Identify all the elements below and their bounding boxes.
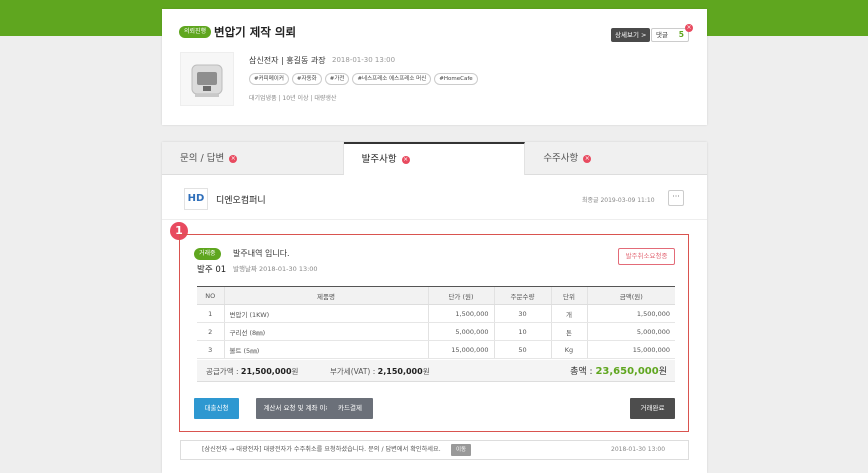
request-summary-card: 의뢰진행 변압기 제작 의뢰 상세보기 > 댓글 5 × 삼신전자 | 홍길동 … [162,9,707,125]
cell-product: 변압기 (1KW) [223,304,428,323]
table-row: 2 구리선 (8㎜) 5,000,000 10 톤 5,000,000 [197,322,675,341]
notice-move-button[interactable]: 이동 [451,444,472,456]
comment-button[interactable]: 댓글 5 × [651,24,693,42]
vendor-logo: HD [184,188,208,210]
request-meta: 대기업냉품 | 10년 이상 | 대량생산 [249,95,337,102]
request-status-badge: 의뢰진행 [179,26,212,38]
more-options-button[interactable]: ··· [668,190,684,206]
close-icon[interactable]: × [583,155,592,163]
cell-product: 볼트 (5㎜) [223,340,428,359]
tab-label: 발주사항 [361,154,397,165]
product-image [180,52,234,106]
cell-amount: 15,000,000 [586,340,675,359]
order-number: 발주 01 [197,265,227,275]
cell-no: 3 [197,340,224,359]
total-amount: 총액 : 23,650,000원 [570,366,667,377]
tab-label: 수주사항 [543,153,579,164]
cell-amount: 5,000,000 [586,322,675,341]
order-summary: 공급가액 : 21,500,000원 부가세(VAT) : 2,150,000원… [197,360,675,382]
column-header: 단가 (원) [427,286,494,305]
requester-company: 삼신전자 | 홍길동 과장 [249,56,326,65]
cell-unit-price: 1,500,000 [427,304,494,323]
table-header-row: NO 제품명 단가 (원) 주문수량 단위 금액(원) [197,286,675,305]
deal-complete-button[interactable]: 거래완료 [630,398,675,419]
cell-quantity: 10 [493,322,551,341]
cell-amount: 1,500,000 [586,304,675,323]
vat-amount: 부가세(VAT) : 2,150,000원 [330,367,430,376]
table-row: 3 볼트 (5㎜) 15,000,000 50 Kg 15,000,000 [197,340,675,359]
column-header: 제품명 [223,286,428,305]
request-title: 변압기 제작 의뢰 [214,25,297,39]
tag[interactable]: #자동화 [291,73,322,85]
notice-text: [삼신전자 → 대광전자] 대광전자가 수주취소를 요청하셨습니다. 문의 / … [202,446,441,453]
tag-list: #커피메이커 #자동화 #가전 #네스프레소 에스프레소 머신 #HomeCaf… [249,73,478,85]
card-payment-button[interactable]: 카드결제 [327,398,373,419]
notice-date: 2018-01-30 13:00 [611,446,666,453]
close-icon[interactable]: × [685,24,693,32]
order-cancel-request-button[interactable]: 발주취소요청중 [618,248,675,265]
cell-product: 구리선 (8㎜) [223,322,428,341]
cell-unit-price: 15,000,000 [427,340,494,359]
cell-unit-price: 5,000,000 [427,322,494,341]
comment-label: 댓글 [656,31,668,39]
vendor-header: HD 디엔오컴퍼니 최종글 2019-03-09 11:10 ··· [162,182,707,220]
column-header: 단위 [550,286,587,305]
tab-order[interactable]: 발주사항 × [343,142,526,175]
loan-request-button[interactable]: 대출신청 [194,398,239,419]
tag[interactable]: #커피메이커 [249,73,289,85]
column-header: NO [197,286,224,305]
order-title: 발주내역 입니다. [233,249,290,258]
cell-quantity: 30 [493,304,551,323]
cell-no: 1 [197,304,224,323]
tab-label: 문의 / 답변 [180,153,225,164]
tab-bar: 문의 / 답변 × 발주사항 × 수주사항 × [162,142,707,175]
request-date: 2018-01-30 13:00 [332,56,396,64]
cell-unit: Kg [550,340,587,359]
notice-row: [삼신전자 → 대광전자] 대광전자가 수주취소를 요청하셨습니다. 문의 / … [180,440,689,460]
order-status-badge: 거래중 [194,248,221,260]
order-box: 거래중 발주 01 발주내역 입니다. 발행날짜 2018-01-30 13:0… [179,234,689,432]
tab-inquiry[interactable]: 문의 / 답변 × [162,142,344,175]
detail-view-button[interactable]: 상세보기 > [611,28,651,42]
table-row: 1 변압기 (1KW) 1,500,000 30 개 1,500,000 [197,304,675,323]
cell-quantity: 50 [493,340,551,359]
close-icon[interactable]: × [401,156,410,164]
cell-unit: 톤 [550,322,587,341]
tag[interactable]: #네스프레소 에스프레소 머신 [352,73,432,85]
cell-no: 2 [197,322,224,341]
comment-count: 5 [678,30,684,39]
tag[interactable]: #가전 [324,73,350,85]
close-icon[interactable]: × [229,155,238,163]
vendor-name: 디엔오컴퍼니 [216,196,266,206]
supply-amount: 공급가액 : 21,500,000원 [206,367,299,376]
column-header: 주문수량 [493,286,551,305]
order-panel: 문의 / 답변 × 발주사항 × 수주사항 × HD 디엔오컴퍼니 최종글 2019-… [162,142,707,473]
order-table: NO 제품명 단가 (원) 주문수량 단위 금액(원) 1 변압기 (1KW) … [197,286,675,359]
tab-received-order[interactable]: 수주사항 × [525,142,707,175]
tag[interactable]: #HomeCafe [434,73,478,85]
order-issue-date: 발행날짜 2018-01-30 13:00 [233,265,318,273]
vendor-last-updated: 최종글 2019-03-09 11:10 [582,197,655,204]
cell-unit: 개 [550,304,587,323]
column-header: 금액(원) [586,286,675,305]
